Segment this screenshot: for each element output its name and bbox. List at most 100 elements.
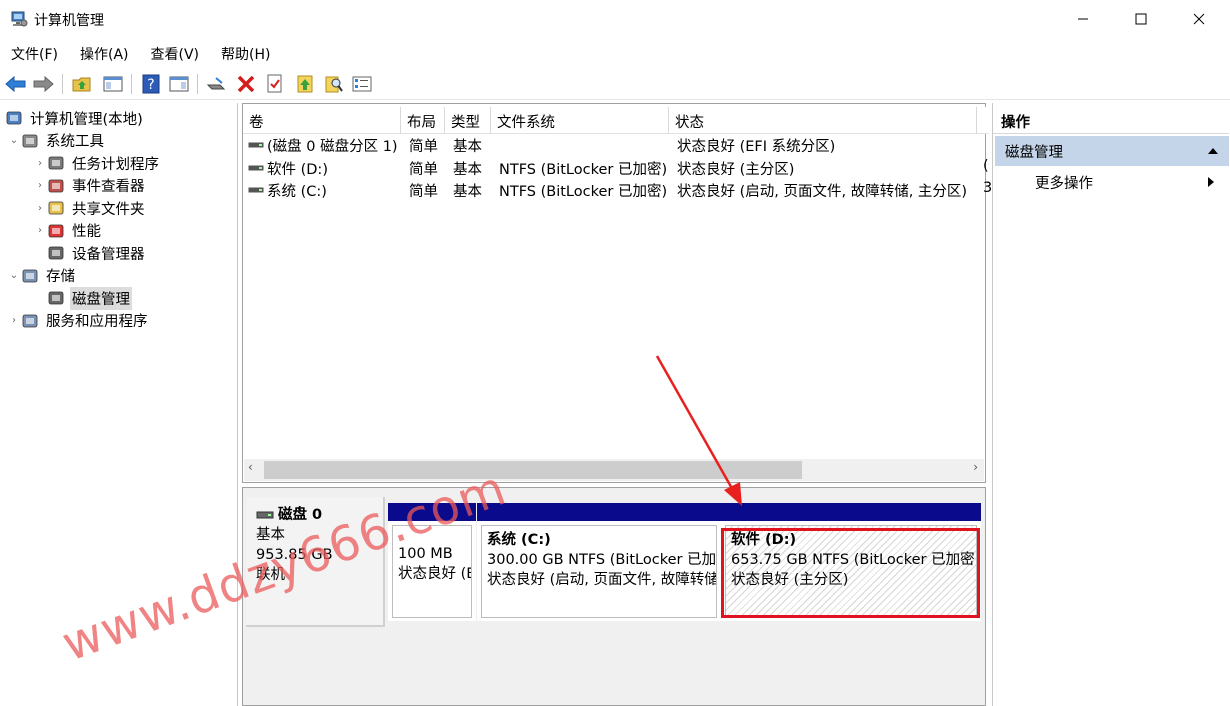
menu-help[interactable]: 帮助(H) — [210, 40, 281, 66]
toolbar-separator — [62, 74, 63, 94]
tree-item[interactable]: ⌄ 存储 — [8, 265, 77, 287]
partition-status: 状态良好 (启动, 页面文件, 故障转储, 主分区) — [487, 572, 716, 588]
connect-drive-button[interactable] — [205, 72, 229, 96]
tree-item-label: 磁盘管理 — [70, 286, 132, 310]
column-header-filesystem[interactable]: 文件系统 — [491, 107, 669, 134]
collapsed-chevron-icon[interactable]: › — [34, 225, 46, 237]
back-arrow-icon — [5, 75, 26, 93]
disk-management-icon — [48, 291, 64, 305]
cell-name: 软件 (D:) — [267, 161, 328, 178]
storage-icon — [22, 269, 38, 282]
shared-folders-icon — [48, 201, 64, 215]
check-button[interactable] — [263, 72, 287, 96]
tree-item[interactable]: 计算机管理(本地) — [4, 107, 145, 129]
tree-item-label: 事件查看器 — [72, 179, 145, 195]
menu-action[interactable]: 操作(A) — [69, 40, 140, 66]
collapsed-chevron-icon[interactable]: › — [34, 157, 46, 169]
forward-button[interactable] — [31, 72, 55, 96]
close-button[interactable] — [1170, 0, 1228, 38]
cell-status: 状态良好 (主分区) — [677, 161, 795, 178]
task-scheduler-icon — [48, 156, 64, 170]
partition-body: 系统 (C:) 300.00 GB NTFS (BitLocker 已加密) 状… — [481, 525, 717, 618]
find-button[interactable] — [322, 72, 346, 96]
collapse-up-icon[interactable] — [1207, 147, 1219, 155]
menu-bar: 文件(F) 操作(A) 查看(V) 帮助(H) — [0, 40, 1230, 66]
cell-extra: ( — [983, 157, 989, 174]
delete-button[interactable] — [234, 72, 258, 96]
search-icon — [325, 76, 343, 93]
help-button[interactable]: ? — [139, 72, 163, 96]
column-header-layout[interactable]: 布局 — [401, 107, 445, 134]
panel-view-icon — [169, 76, 189, 92]
folder-arrow-up-icon — [297, 75, 313, 93]
folder-up-icon — [72, 77, 91, 92]
disk-drive-icon — [206, 77, 226, 90]
tree-item-label: 设备管理器 — [72, 246, 145, 263]
expanded-chevron-icon[interactable]: ⌄ — [8, 135, 20, 147]
menu-view[interactable]: 查看(V) — [140, 40, 211, 66]
list-view-button[interactable] — [350, 72, 374, 96]
cell-type: 基本 — [453, 161, 482, 178]
up-action-button[interactable] — [293, 72, 317, 96]
tree-item[interactable]: › 共享文件夹 — [34, 197, 147, 219]
tree-item-label: 共享文件夹 — [72, 201, 145, 218]
cell-name: (磁盘 0 磁盘分区 1) — [267, 139, 398, 155]
tree-item[interactable]: › 事件查看器 — [34, 175, 147, 197]
performance-icon — [48, 224, 64, 237]
properties-view-button[interactable] — [167, 72, 191, 96]
volume-list: 卷 布局 类型 文件系统 状态 (磁盘 0 磁盘分区 1) 简单 基本 状态良好 (E… — [242, 103, 992, 483]
column-header-type[interactable]: 类型 — [445, 107, 491, 134]
tree-item[interactable]: 设备管理器 — [34, 242, 147, 264]
cell-status: 状态良好 (启动, 页面文件, 故障转储, 主分区) — [677, 184, 968, 200]
horizontal-scrollbar[interactable]: ‹ › — [244, 459, 984, 481]
actions-header: 操作 — [993, 106, 1229, 134]
scroll-left-icon[interactable]: ‹ — [248, 460, 253, 474]
scroll-right-icon[interactable]: › — [973, 460, 978, 474]
scroll-thumb[interactable] — [264, 461, 802, 479]
show-hide-tree-button[interactable] — [101, 72, 125, 96]
cell-layout: 简单 — [409, 161, 438, 178]
tree-item[interactable]: › 任务计划程序 — [34, 152, 161, 174]
partition-c[interactable]: 系统 (C:) 300.00 GB NTFS (BitLocker 已加密) 状… — [477, 503, 721, 621]
disk-icon — [256, 511, 274, 519]
toolbar-separator — [131, 74, 132, 94]
tree-item-label: 存储 — [46, 269, 75, 285]
window-title: 计算机管理 — [34, 13, 104, 29]
collapsed-chevron-icon[interactable]: › — [8, 315, 20, 327]
forward-arrow-icon — [33, 75, 54, 93]
column-header-volume[interactable]: 卷 — [243, 107, 401, 134]
table-row[interactable]: 系统 (C:) 简单 基本 NTFS (BitLocker 已加密) 状态良好 (启动,… — [243, 179, 992, 201]
more-actions-label: 更多操作 — [1035, 176, 1093, 192]
tree-item[interactable]: 磁盘管理 — [34, 286, 132, 310]
collapsed-chevron-icon[interactable]: › — [34, 180, 46, 192]
actions-section-disk-management[interactable]: 磁盘管理 — [995, 136, 1229, 166]
up-folder-button[interactable] — [70, 72, 94, 96]
maximize-button[interactable] — [1112, 0, 1170, 38]
toolbar-separator — [197, 74, 198, 94]
tree-item-label: 服务和应用程序 — [46, 314, 148, 330]
table-row[interactable]: 软件 (D:) 简单 基本 NTFS (BitLocker 已加密) 状态良好 (主分区… — [243, 157, 989, 179]
volume-disk-icon — [248, 165, 264, 170]
tree-item[interactable]: ⌄ 系统工具 — [8, 130, 106, 152]
column-header-more[interactable] — [977, 107, 989, 134]
menu-file[interactable]: 文件(F) — [0, 40, 69, 66]
minimize-button[interactable] — [1054, 0, 1112, 38]
computer-management-icon — [11, 11, 28, 27]
tree-item[interactable]: › 性能 — [34, 220, 103, 242]
column-header-status[interactable]: 状态 — [669, 107, 977, 134]
event-viewer-icon — [48, 179, 64, 192]
expanded-chevron-icon[interactable]: ⌄ — [8, 270, 20, 282]
tree-item[interactable]: › 服务和应用程序 — [8, 310, 150, 332]
table-row[interactable]: (磁盘 0 磁盘分区 1) 简单 基本 状态良好 (EFI 系统分区) — [243, 134, 985, 156]
cell-layout: 简单 — [409, 184, 438, 200]
back-button[interactable] — [4, 72, 28, 96]
minimize-icon — [1078, 18, 1088, 20]
collapsed-chevron-icon[interactable]: › — [34, 202, 46, 214]
device-manager-icon — [48, 246, 64, 260]
close-icon — [1193, 13, 1205, 25]
tree-item-label: 计算机管理(本地) — [30, 111, 143, 128]
partition-title: 系统 (C:) — [487, 532, 551, 548]
more-actions-item[interactable]: 更多操作 — [995, 169, 1229, 195]
